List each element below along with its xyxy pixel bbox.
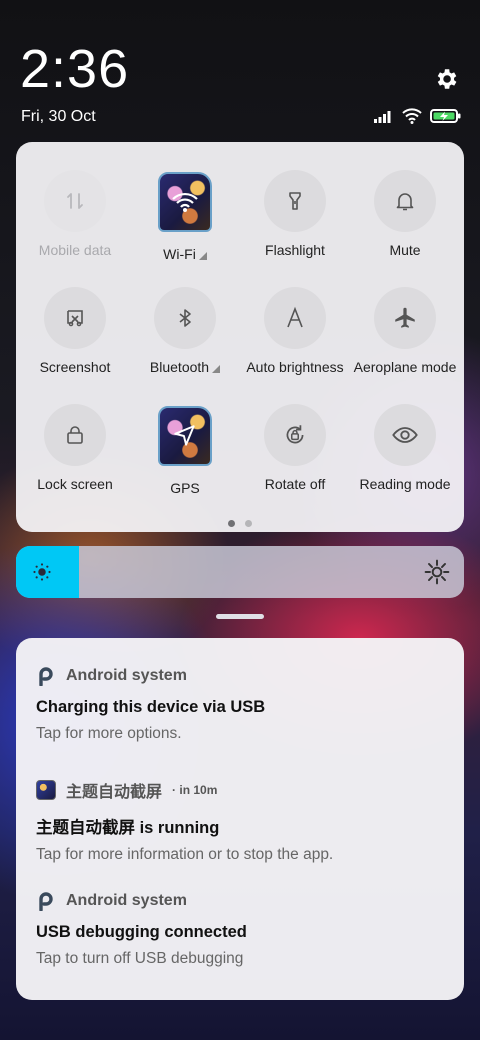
notification-text: Tap for more options. — [36, 725, 182, 742]
notification-app-name: 主题自动截屏 — [66, 784, 163, 801]
airplane-icon — [374, 287, 436, 349]
page-indicator — [228, 520, 252, 527]
bell-icon — [374, 170, 436, 232]
notification-title: 主题自动截屏 is running — [36, 819, 220, 837]
lock-icon — [44, 404, 106, 466]
clock-time[interactable]: 2:36 — [20, 38, 129, 100]
tile-wifi[interactable]: Wi-Fi — [130, 170, 240, 262]
date-label[interactable]: Fri, 30 Oct — [21, 108, 96, 126]
tile-label: Mute — [389, 242, 421, 258]
gear-icon[interactable] — [433, 66, 459, 92]
android-system-icon — [36, 891, 56, 911]
notification-text: Tap to turn off USB debugging — [36, 950, 244, 967]
gps-icon — [158, 406, 212, 466]
tile-label: Flashlight — [265, 242, 325, 258]
notification-text: Tap for more information or to stop the … — [36, 846, 334, 863]
notification-header: 主题自动截屏 · in 10m — [36, 778, 456, 802]
expand-triangle-icon[interactable] — [198, 251, 207, 260]
notification-item[interactable]: Android system USB debugging connected T… — [36, 891, 456, 968]
tile-label: Mobile data — [38, 242, 112, 258]
tile-label: Lock screen — [37, 476, 113, 492]
rotate-lock-icon — [264, 404, 326, 466]
tile-flashlight[interactable]: Flashlight — [240, 170, 350, 258]
bluetooth-icon — [154, 287, 216, 349]
notification-app-name: Android system — [66, 667, 187, 684]
tile-auto-brightness[interactable]: Auto brightness — [240, 287, 350, 375]
tile-aeroplane-mode[interactable]: Aeroplane mode — [350, 287, 460, 375]
brightness-low-icon — [33, 563, 51, 581]
eye-icon — [374, 404, 436, 466]
brightness-high-icon — [424, 559, 450, 585]
tile-label: Bluetooth — [149, 359, 221, 375]
system-status-icons — [374, 108, 462, 124]
wifi-icon — [402, 108, 422, 124]
notification-time-value: in 10m — [179, 783, 218, 797]
expand-triangle-icon[interactable] — [212, 364, 221, 373]
notification-title: Charging this device via USB — [36, 698, 266, 716]
page-dot — [245, 520, 252, 527]
android-system-icon — [36, 666, 56, 686]
auto-brightness-icon — [264, 287, 326, 349]
tile-gps[interactable]: GPS — [130, 404, 240, 496]
page-dot-active — [228, 520, 235, 527]
tile-label-text: Bluetooth — [149, 359, 210, 375]
tile-screenshot[interactable]: Screenshot — [20, 287, 130, 375]
tile-label: GPS — [170, 480, 200, 496]
tile-label: Rotate off — [264, 476, 326, 492]
tile-lock-screen[interactable]: Lock screen — [20, 404, 130, 492]
tile-label-text: Wi-Fi — [163, 246, 196, 262]
notification-header: Android system — [36, 666, 456, 686]
notification-panel: Android system Charging this device via … — [16, 638, 464, 1000]
app-icon — [36, 780, 56, 800]
notification-item[interactable]: 主题自动截屏 · in 10m 主题自动截屏 is running Tap fo… — [36, 778, 456, 864]
screenshot-icon — [44, 287, 106, 349]
signal-icon — [374, 111, 391, 123]
tile-label: Aeroplane mode — [353, 359, 457, 375]
tile-bluetooth[interactable]: Bluetooth — [130, 287, 240, 375]
tile-label: Wi-Fi — [163, 246, 207, 262]
notification-title: USB debugging connected — [36, 923, 247, 941]
tile-label: Screenshot — [39, 359, 111, 375]
tile-reading-mode[interactable]: Reading mode — [350, 404, 460, 492]
tile-label: Auto brightness — [246, 359, 344, 375]
notification-header: Android system — [36, 891, 456, 911]
tile-label: Reading mode — [359, 476, 451, 492]
notification-app-name: Android system — [66, 892, 187, 909]
tile-rotate-off[interactable]: Rotate off — [240, 404, 350, 492]
brightness-slider[interactable] — [16, 546, 464, 598]
quick-settings-panel: Mobile data Wi-Fi Flashlight Mute Screen… — [16, 142, 464, 532]
tile-mute[interactable]: Mute — [350, 170, 460, 258]
mobile-data-icon — [44, 170, 106, 232]
wifi-icon — [158, 172, 212, 232]
notification-time: · in 10m — [172, 783, 218, 797]
tile-mobile-data[interactable]: Mobile data — [20, 170, 130, 258]
flashlight-icon — [264, 170, 326, 232]
notification-item[interactable]: Android system Charging this device via … — [36, 666, 456, 743]
drag-handle[interactable] — [216, 614, 264, 619]
battery-charging-icon — [430, 109, 461, 123]
